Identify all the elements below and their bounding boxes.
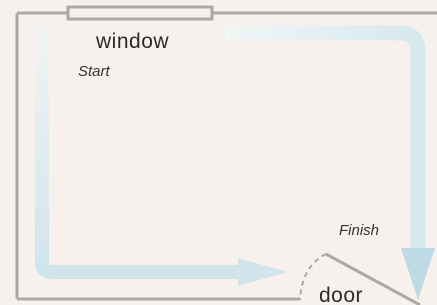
floor-plan-diagram: window Start Finish door <box>0 0 437 305</box>
door-label: door <box>319 284 364 305</box>
floor-plan-svg <box>15 5 437 305</box>
finish-path-horizontal <box>226 25 426 250</box>
finish-path-arrowhead <box>401 248 435 300</box>
start-label: Start <box>78 63 110 80</box>
finish-label: Finish <box>339 222 380 239</box>
window-label: window <box>96 30 170 53</box>
start-path-vertical <box>35 25 240 279</box>
window-rect <box>66 5 214 21</box>
start-path-arrowhead <box>238 258 288 286</box>
room-walls <box>15 11 437 301</box>
finish-path <box>226 25 435 300</box>
